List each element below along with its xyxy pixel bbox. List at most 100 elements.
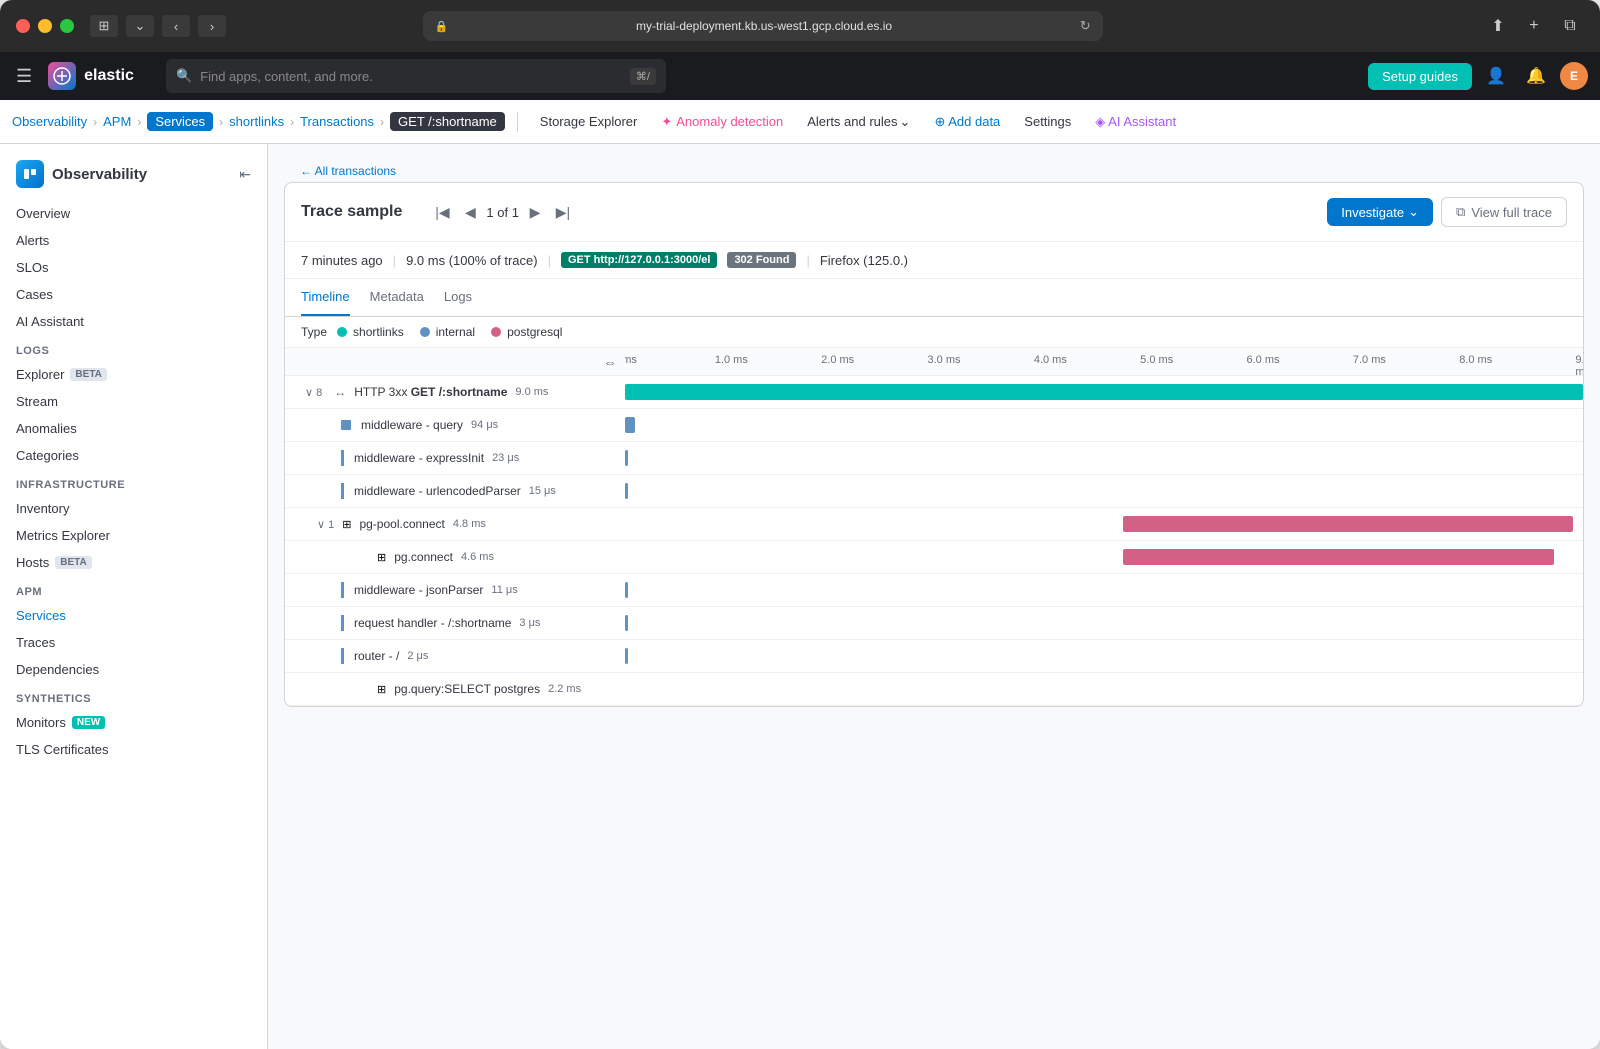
row-bar-express-init-small [341, 450, 344, 466]
legend-type-label: Type [301, 325, 327, 339]
span-bar-mw-query [625, 417, 635, 433]
sidebar-item-services[interactable]: Services [0, 602, 267, 629]
tab-metadata[interactable]: Metadata [370, 279, 424, 316]
sidebar-item-dependencies[interactable]: Dependencies [0, 656, 267, 683]
sidebar-item-slos[interactable]: SLOs [0, 254, 267, 281]
setup-guides-button[interactable]: Setup guides [1368, 63, 1472, 90]
sidebar-item-categories[interactable]: Categories [0, 442, 267, 469]
sidebar-item-overview[interactable]: Overview [0, 200, 267, 227]
row-timing-express-init: 23 μs [492, 452, 519, 464]
time-marker-3: 3.0 ms [927, 354, 960, 366]
tab-logs[interactable]: Logs [444, 279, 472, 316]
ai-assistant-btn[interactable]: ◈ AI Assistant [1085, 110, 1186, 134]
sidebar-logo [16, 160, 44, 188]
window-button[interactable]: ⧉ [1556, 12, 1584, 40]
storage-explorer-btn[interactable]: Storage Explorer [530, 110, 648, 133]
sidebar-item-alerts[interactable]: Alerts [0, 227, 267, 254]
row-dot-mw-query [341, 420, 351, 430]
sidebar-item-monitors[interactable]: Monitors NEW [0, 709, 267, 736]
sidebar-collapse-button[interactable]: ⇤ [239, 166, 251, 183]
investigate-button[interactable]: Investigate ⌄ [1327, 198, 1433, 226]
add-data-btn[interactable]: ⊕ Add data [924, 110, 1010, 134]
row-label-http-text: HTTP 3xx GET /:shortname [354, 385, 507, 399]
notifications-icon[interactable]: 🔔 [1520, 60, 1552, 92]
alerts-rules-btn[interactable]: Alerts and rules ⌄ [797, 110, 920, 134]
sidebar-item-explorer[interactable]: Explorer BETA [0, 361, 267, 388]
sidebar-item-cases[interactable]: Cases [0, 281, 267, 308]
browser-window: ⊞ ⌄ ‹ › 🔒 my-trial-deployment.kb.us-west… [0, 0, 1600, 1049]
nav-crumb-get-shortname[interactable]: GET /:shortname [390, 112, 505, 131]
tab-timeline[interactable]: Timeline [301, 279, 350, 316]
anomaly-icon: ✦ [661, 114, 672, 129]
legend-label-postgresql: postgresql [507, 325, 562, 339]
sidebar-toggle-arrow[interactable]: ⌄ [126, 15, 154, 37]
sidebar-item-overview-label: Overview [16, 206, 70, 221]
elastic-logo-text: elastic [84, 67, 134, 85]
sidebar-item-hosts[interactable]: Hosts BETA [0, 549, 267, 576]
forward-button[interactable]: › [198, 15, 226, 37]
nav-crumb-transactions[interactable]: Transactions [300, 114, 374, 129]
expand-btn-pg-pool[interactable]: ∨ 1 [313, 518, 338, 531]
nav-crumb-shortlinks[interactable]: shortlinks [229, 114, 284, 129]
anomaly-detection-btn[interactable]: ✦Anomaly detection [651, 110, 793, 134]
row-bar-pg-pool [625, 508, 1583, 540]
sidebar-toggle-button[interactable]: ⊞ [90, 15, 118, 37]
span-bar-pg-connect [1123, 549, 1554, 565]
help-icon[interactable]: 👤 [1480, 60, 1512, 92]
row-timing-pg-pool: 4.8 ms [453, 518, 486, 530]
sidebar-section-infrastructure: Infrastructure [0, 469, 267, 495]
maximize-button[interactable] [60, 19, 74, 33]
time-marker-8: 8.0 ms [1459, 354, 1492, 366]
nav-crumb-observability[interactable]: Observability [12, 114, 87, 129]
share-button[interactable]: ⬆ [1484, 12, 1512, 40]
method-badge: GET http://127.0.0.1:3000/el [561, 252, 717, 268]
view-full-trace-button[interactable]: ⧉ View full trace [1441, 197, 1567, 227]
back-button[interactable]: ‹ [162, 15, 190, 37]
sidebar-item-anomalies[interactable]: Anomalies [0, 415, 267, 442]
trace-info-bar: 7 minutes ago | 9.0 ms (100% of trace) |… [285, 242, 1583, 279]
page-next-button[interactable]: ▶ [523, 200, 547, 224]
new-tab-button[interactable]: + [1520, 12, 1548, 40]
row-label-pg-pool: ∨ 1 ⊞ pg-pool.connect 4.8 ms [285, 513, 625, 535]
sidebar-item-ai-assistant[interactable]: AI Assistant [0, 308, 267, 335]
close-button[interactable] [16, 19, 30, 33]
nav-crumb-services[interactable]: Services [147, 112, 213, 131]
nav-crumb-apm[interactable]: APM [103, 114, 131, 129]
page-current: 1 of 1 [486, 205, 519, 220]
user-avatar[interactable]: E [1560, 62, 1588, 90]
filter-icon[interactable]: ⇔ [603, 354, 617, 370]
span-bar-pg-pool [1123, 516, 1573, 532]
address-bar[interactable]: 🔒 my-trial-deployment.kb.us-west1.gcp.cl… [423, 11, 1103, 41]
time-marker-0: 0 ms [625, 354, 637, 366]
investigate-label: Investigate [1341, 205, 1404, 220]
sidebar-section-apm: APM [0, 576, 267, 602]
timeline-row-http: ∨ 8 ↔ HTTP 3xx GET /:shortname 9.0 ms [285, 376, 1583, 409]
time-markers-area: 0 ms 1.0 ms 2.0 ms 3.0 ms 4.0 ms 5.0 ms … [625, 348, 1583, 375]
page-prev-button[interactable]: ◀ [458, 200, 482, 224]
settings-btn[interactable]: Settings [1014, 110, 1081, 133]
filter-icon-area: ⇔ [285, 348, 625, 375]
sidebar-item-traces[interactable]: Traces [0, 629, 267, 656]
search-bar[interactable]: 🔍 Find apps, content, and more. ⌘/ [166, 59, 666, 93]
card-header: Trace sample |◀ ◀ 1 of 1 ▶ ▶| Investigat… [285, 183, 1583, 242]
row-timing-mw-query: 94 μs [471, 419, 498, 431]
all-transactions-link[interactable]: ← All transactions [284, 160, 1584, 182]
row-text-json-parser: middleware - jsonParser [354, 583, 483, 597]
sidebar: Observability ⇤ Overview Alerts SLOs Cas… [0, 144, 268, 1049]
legend-dot-internal [420, 327, 430, 337]
sidebar-item-stream[interactable]: Stream [0, 388, 267, 415]
page-first-button[interactable]: |◀ [430, 200, 454, 224]
hamburger-menu[interactable]: ☰ [12, 62, 36, 91]
minimize-button[interactable] [38, 19, 52, 33]
row-bar-json-parser [625, 574, 1583, 606]
reload-icon[interactable]: ↻ [1080, 18, 1091, 34]
row-label-http: ∨ 8 ↔ HTTP 3xx GET /:shortname 9.0 ms [285, 381, 625, 403]
sidebar-item-metrics-explorer[interactable]: Metrics Explorer [0, 522, 267, 549]
sidebar-item-inventory[interactable]: Inventory [0, 495, 267, 522]
page-last-button[interactable]: ▶| [551, 200, 575, 224]
chevron-down-icon: ⌄ [900, 114, 911, 130]
elastic-logo-icon [48, 62, 76, 90]
sidebar-item-tls-certificates[interactable]: TLS Certificates [0, 736, 267, 763]
row-label-router: router - / 2 μs [285, 644, 625, 668]
expand-btn-http[interactable]: ∨ 8 [301, 386, 326, 399]
